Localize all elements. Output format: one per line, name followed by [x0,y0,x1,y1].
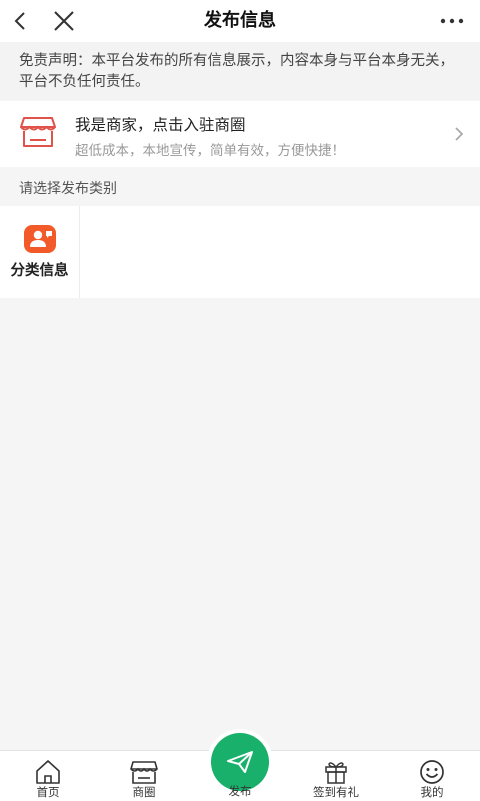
tab-home[interactable]: 首页 [0,751,96,801]
more-dots-icon [440,18,464,24]
page-title: 发布信息 [204,10,276,31]
user-message-icon [24,225,56,253]
home-icon [36,760,60,784]
tab-label: 首页 [36,785,60,799]
tab-mine[interactable]: 我的 [384,751,480,801]
tab-label: 我的 [420,785,444,799]
smiley-icon [420,760,444,784]
merchant-join-banner[interactable]: 我是商家，点击入驻商圈 超低成本，本地宣传，简单有效，方便快捷！ [0,101,480,167]
category-panel: 分类信息 [0,206,480,298]
chevron-right-icon [455,127,464,141]
disclaimer-box: 免责声明：本平台发布的所有信息展示，内容本身与平台本身无关，平台不负任何责任。 [0,42,480,100]
section-label: 请选择发布类别 [19,181,117,197]
top-bar: 发布信息 [0,0,480,42]
send-icon [227,751,253,773]
gift-icon [325,762,347,784]
tab-label: 签到有礼 [313,785,359,799]
merchant-title: 我是商家，点击入驻商圈 [75,116,246,134]
tab-publish-label: 发布 [228,784,252,798]
merchant-subtitle: 超低成本，本地宣传，简单有效，方便快捷！ [75,143,345,159]
storefront-icon [20,117,56,147]
tab-label: 商圈 [132,785,156,799]
tab-checkin-gift[interactable]: 签到有礼 [288,751,384,801]
more-button[interactable] [432,0,472,42]
category-label: 分类信息 [10,263,69,279]
disclaimer-text: 免责声明：本平台发布的所有信息展示，内容本身与平台本身无关，平台不负任何责任。 [19,53,454,90]
shop-icon [130,761,158,784]
category-item-classified[interactable]: 分类信息 [0,206,80,298]
tab-shop[interactable]: 商圈 [96,751,192,801]
